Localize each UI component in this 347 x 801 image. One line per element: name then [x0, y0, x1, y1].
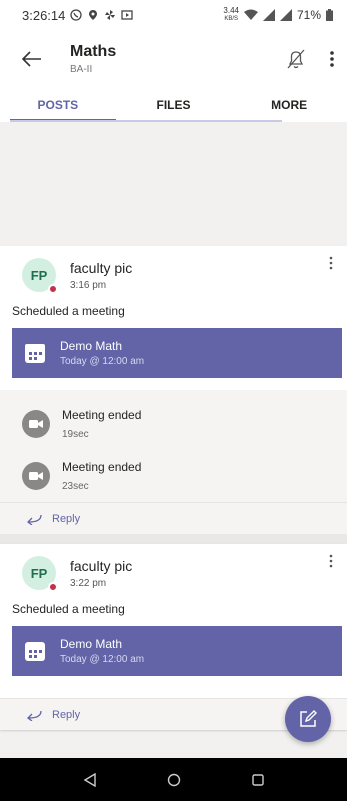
calendar-icon	[25, 642, 45, 661]
presence-busy-indicator	[48, 582, 58, 592]
post-text: Scheduled a meeting	[12, 304, 125, 318]
channel-title: Maths	[70, 43, 117, 60]
meeting-time: Today @ 12:00 am	[60, 356, 145, 367]
post-more-button[interactable]	[329, 256, 333, 275]
meeting-ended-label: Meeting ended	[62, 408, 142, 422]
post-card: FP faculty pic 3:16 pm Scheduled a meeti…	[0, 246, 347, 534]
notifications-button[interactable]	[285, 48, 307, 70]
list-item: Meeting ended 19sec	[0, 398, 347, 450]
status-time: 3:26:14	[22, 7, 66, 23]
media-icon	[121, 10, 134, 20]
avatar[interactable]: FP	[22, 556, 58, 592]
network-speed: 3.44 KB/S	[223, 6, 239, 23]
meeting-duration: 23sec	[62, 481, 89, 492]
empty-feed-area	[0, 122, 347, 246]
tab-more[interactable]: MORE	[231, 88, 347, 122]
tab-files[interactable]: FILES	[116, 88, 232, 122]
post-author: faculty pic	[70, 259, 133, 276]
app-bar: Maths BA-II	[0, 30, 347, 88]
back-button[interactable]	[20, 47, 44, 71]
post-replies: Meeting ended 19sec Meeting ended 23sec …	[0, 390, 347, 534]
reply-label: Reply	[52, 512, 81, 525]
meeting-ended-label: Meeting ended	[62, 460, 142, 474]
video-camera-icon	[22, 410, 50, 438]
meeting-card[interactable]: Demo Math Today @ 12:00 am	[12, 328, 342, 378]
more-vert-icon	[329, 256, 333, 270]
reply-arrow-icon	[27, 514, 42, 525]
calendar-icon	[25, 344, 45, 363]
more-vert-icon	[329, 554, 333, 568]
post-separator	[0, 534, 347, 544]
meeting-duration: 19sec	[62, 429, 89, 440]
channel-subtitle: BA-II	[70, 64, 93, 75]
list-item: Meeting ended 23sec	[0, 450, 347, 502]
post-more-button[interactable]	[329, 554, 333, 573]
more-vert-icon	[330, 51, 334, 67]
status-bar: 3:26:14 3.44 KB/S 71%	[0, 0, 347, 30]
tab-posts[interactable]: POSTS	[0, 88, 116, 122]
nav-home-icon[interactable]	[167, 773, 181, 787]
meeting-title: Demo Math	[60, 339, 123, 353]
meeting-title: Demo Math	[60, 637, 123, 651]
nav-recents-icon[interactable]	[251, 773, 265, 787]
back-arrow-icon	[22, 51, 41, 67]
reply-label: Reply	[52, 708, 81, 721]
nav-back-icon[interactable]	[83, 772, 97, 787]
avatar[interactable]: FP	[22, 258, 58, 294]
battery-icon	[326, 9, 333, 21]
channel-tabs: POSTS FILES MORE	[0, 88, 347, 122]
wifi-icon	[243, 9, 258, 20]
post-text: Scheduled a meeting	[12, 602, 125, 616]
post-header: FP faculty pic 3:22 pm	[0, 544, 347, 602]
compose-icon	[300, 710, 317, 727]
posts-feed[interactable]: FP faculty pic 3:16 pm Scheduled a meeti…	[0, 122, 347, 758]
system-nav-bar	[0, 758, 347, 801]
pinwheel-icon	[105, 10, 116, 20]
meeting-card[interactable]: Demo Math Today @ 12:00 am	[12, 626, 342, 676]
new-post-button[interactable]	[285, 696, 331, 742]
more-options-button[interactable]	[329, 50, 335, 68]
notifications-off-icon	[287, 49, 305, 69]
channel-titles: Maths BA-II	[70, 43, 116, 75]
whatsapp-icon	[70, 9, 83, 21]
meeting-time: Today @ 12:00 am	[60, 654, 145, 665]
reply-button[interactable]: Reply	[0, 502, 347, 534]
reply-arrow-icon	[27, 710, 42, 721]
signal-icon	[262, 9, 275, 21]
post-time: 3:16 pm	[70, 279, 107, 291]
signal-icon-2	[279, 9, 292, 21]
post-header: FP faculty pic 3:16 pm	[0, 246, 347, 304]
post-author: faculty pic	[70, 557, 133, 574]
presence-busy-indicator	[48, 284, 58, 294]
video-camera-icon	[22, 462, 50, 490]
location-icon	[89, 10, 98, 20]
post-time: 3:22 pm	[70, 577, 107, 589]
battery-percent: 71%	[296, 8, 321, 22]
